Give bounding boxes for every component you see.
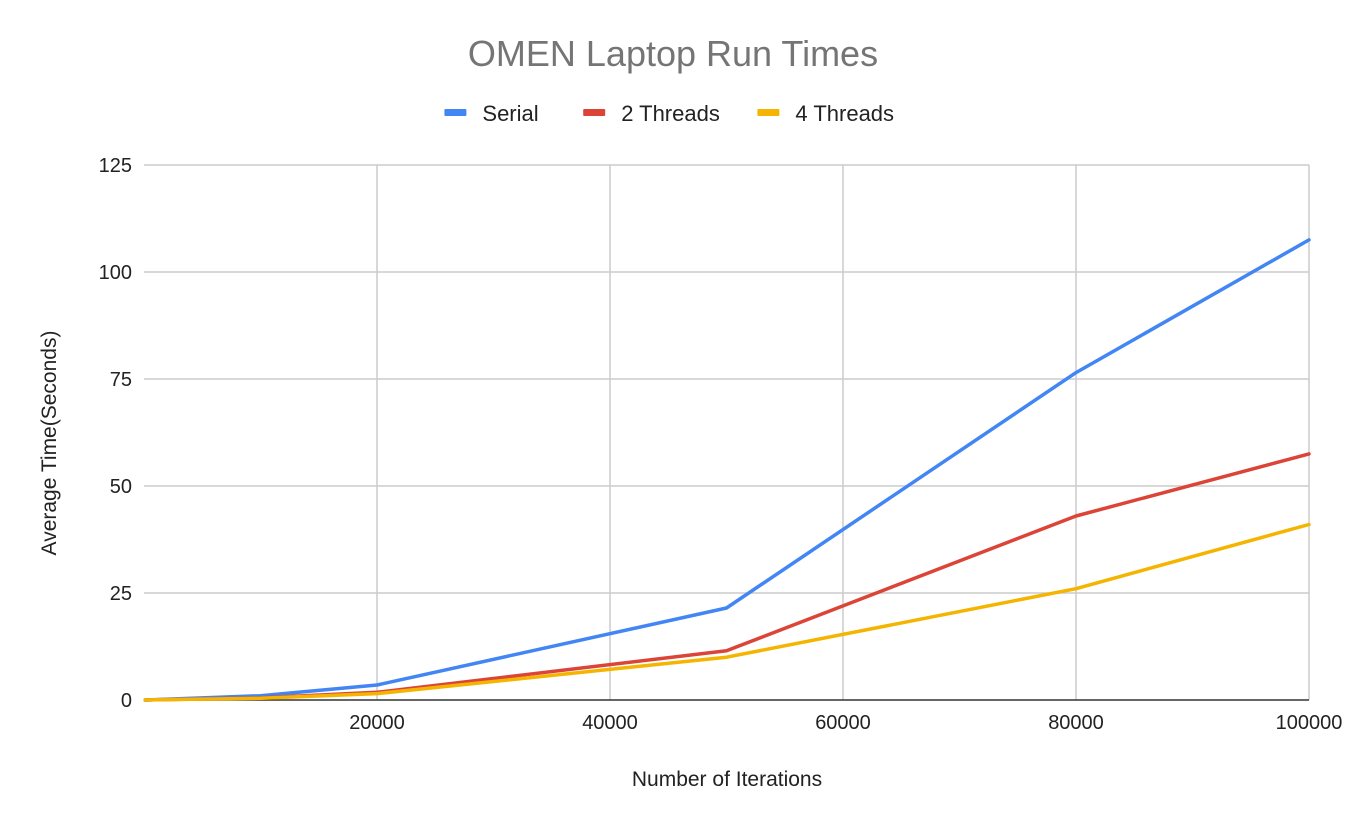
x-axis-ticks: 20000 40000 60000 80000 100000 (349, 712, 1342, 734)
x-tick-label: 100000 (1276, 712, 1343, 734)
chart-title: OMEN Laptop Run Times (468, 33, 878, 74)
line-chart: OMEN Laptop Run Times Serial 2 Threads 4 T… (38, 33, 1342, 791)
chart-legend: Serial 2 Threads 4 Threads (444, 101, 894, 126)
series-lines (143, 238, 1311, 702)
x-tick-label: 80000 (1048, 712, 1104, 734)
y-axis-ticks: 0 25 50 75 100 125 (99, 155, 132, 712)
legend-label: 4 Threads (795, 101, 894, 126)
y-tick-label: 0 (121, 690, 132, 712)
series-line-4-threads (143, 522, 1311, 702)
legend-swatch (583, 109, 606, 116)
legend-label: Serial (482, 101, 538, 126)
x-axis-title: Number of Iterations (632, 768, 822, 791)
series-line-serial (143, 238, 1311, 702)
x-tick-label: 60000 (815, 712, 871, 734)
x-tick-label: 20000 (349, 712, 405, 734)
y-tick-label: 50 (110, 476, 132, 498)
series-line-2-threads (143, 452, 1311, 702)
gridlines (144, 164, 1310, 701)
y-tick-label: 25 (110, 583, 132, 605)
legend-swatch (444, 109, 467, 116)
y-tick-label: 100 (99, 262, 132, 284)
legend-swatch (757, 109, 780, 116)
y-tick-label: 75 (110, 369, 132, 391)
y-tick-label: 125 (99, 155, 132, 177)
legend-label: 2 Threads (621, 101, 720, 126)
y-axis-title: Average Time(Seconds) (38, 331, 61, 556)
x-tick-label: 40000 (582, 712, 638, 734)
